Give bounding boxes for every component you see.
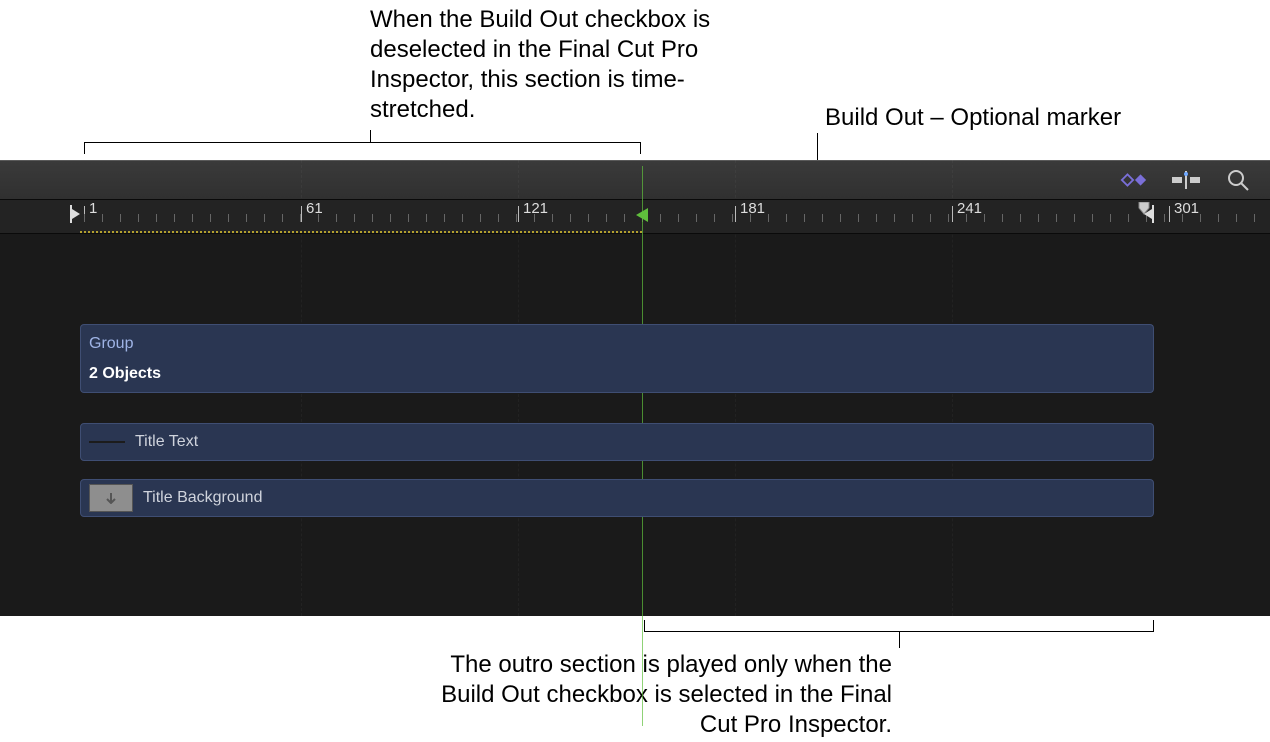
ruler-tick-minor [1200, 214, 1201, 222]
ruler-tick-minor [570, 214, 571, 222]
ruler-tick-minor [1218, 214, 1219, 222]
ruler-tick-minor [498, 214, 499, 222]
ruler-tick-minor [300, 214, 301, 222]
ruler-tick-major: 61 [301, 206, 302, 222]
ruler-tick-minor [948, 214, 949, 222]
ruler-tick-minor [732, 214, 733, 222]
ruler-tick-minor [210, 214, 211, 222]
ruler-tick-minor [228, 214, 229, 222]
bracket-outro [644, 620, 1154, 632]
title-text-clip[interactable]: Title Text [80, 423, 1154, 461]
ruler-tick-major: 121 [518, 206, 519, 222]
group-objects-label: 2 Objects [89, 365, 161, 383]
ruler-tick-minor [1074, 214, 1075, 222]
ruler-tick-minor [714, 214, 715, 222]
callout-build-out-marker: Build Out – Optional marker [825, 103, 1121, 133]
timeline-tracks: Group 2 Objects Title Text Title Backgro… [0, 234, 1270, 517]
ruler-tick-minor [480, 214, 481, 222]
ruler-tick-minor [192, 214, 193, 222]
ruler-tick-minor [372, 214, 373, 222]
ruler-tick-minor [174, 214, 175, 222]
ruler-tick-minor [1182, 214, 1183, 222]
ruler-tick-minor [462, 214, 463, 222]
ruler-tick-minor [552, 214, 553, 222]
ruler-tick-minor [624, 214, 625, 222]
ruler-tick-minor [156, 214, 157, 222]
snap-icon[interactable] [1172, 169, 1200, 191]
timeline-panel: 161121181241301 Group 2 Objects Title Te… [0, 160, 1270, 616]
ruler-tick-minor [786, 214, 787, 222]
ruler-tick-major: 241 [952, 206, 953, 222]
ruler-tick-minor [1038, 214, 1039, 222]
leader [370, 130, 371, 142]
title-background-clip[interactable]: Title Background [80, 479, 1154, 517]
ruler-tick-minor [408, 214, 409, 222]
leader [899, 632, 900, 648]
ruler-tick-major: 301 [1169, 206, 1170, 222]
build-out-marker-icon[interactable] [632, 206, 650, 224]
ruler-tick-minor [1092, 214, 1093, 222]
group-clip[interactable]: 2 Objects [80, 355, 1154, 393]
ruler-tick-minor [444, 214, 445, 222]
ruler-tick-minor [426, 214, 427, 222]
keyframe-toggle-icon[interactable] [1120, 169, 1148, 191]
ruler-tick-minor [84, 214, 85, 222]
group-label: Group [89, 335, 133, 353]
ruler-tick-minor [1254, 214, 1255, 222]
ruler-tick-minor [1164, 214, 1165, 222]
ruler-tick-minor [588, 214, 589, 222]
ruler-tick-minor [1236, 214, 1237, 222]
ruler-tick-minor [768, 214, 769, 222]
ruler-tick-minor [1020, 214, 1021, 222]
bg-thumb-icon [89, 484, 133, 512]
ruler-tick-minor [282, 214, 283, 222]
bracket-stretch [84, 142, 641, 154]
ruler-tick-minor [750, 214, 751, 222]
ruler-tick-minor [120, 214, 121, 222]
ruler-tick-minor [516, 214, 517, 222]
ruler-tick-minor [678, 214, 679, 222]
in-point-icon[interactable] [68, 205, 82, 223]
ruler-tick-minor [264, 214, 265, 222]
ruler-tick-minor [354, 214, 355, 222]
ruler-tick-minor [606, 214, 607, 222]
ruler-tick-minor [1056, 214, 1057, 222]
text-thumb-icon [89, 441, 125, 443]
play-range-indicator [80, 231, 642, 233]
ruler-tick-minor [660, 214, 661, 222]
ruler-tick-minor [246, 214, 247, 222]
callout-outro: The outro section is played only when th… [402, 650, 892, 740]
clip-label: Title Background [143, 489, 262, 507]
out-point-icon[interactable] [1136, 202, 1156, 224]
zoom-icon[interactable] [1224, 169, 1252, 191]
ruler-tick-minor [534, 214, 535, 222]
timeline-toolbar [0, 160, 1270, 200]
ruler-tick-minor [318, 214, 319, 222]
timeline-ruler[interactable]: 161121181241301 [0, 200, 1270, 234]
ruler-tick-minor [336, 214, 337, 222]
ruler-tick-minor [1128, 214, 1129, 222]
ruler-tick-minor [876, 214, 877, 222]
ruler-tick-minor [804, 214, 805, 222]
ruler-tick-minor [840, 214, 841, 222]
ruler-tick-minor [966, 214, 967, 222]
ruler-tick-minor [822, 214, 823, 222]
ruler-tick-minor [1110, 214, 1111, 222]
ruler-tick-minor [930, 214, 931, 222]
ruler-tick-minor [696, 214, 697, 222]
ruler-tick-minor [102, 214, 103, 222]
ruler-tick-minor [390, 214, 391, 222]
ruler-tick-minor [138, 214, 139, 222]
ruler-tick-major: 181 [735, 206, 736, 222]
callout-time-stretch: When the Build Out checkbox is deselecte… [370, 5, 740, 125]
ruler-tick-minor [984, 214, 985, 222]
ruler-tick-minor [912, 214, 913, 222]
ruler-tick-minor [858, 214, 859, 222]
ruler-tick-minor [1002, 214, 1003, 222]
ruler-tick-minor [894, 214, 895, 222]
clip-label: Title Text [135, 433, 198, 451]
